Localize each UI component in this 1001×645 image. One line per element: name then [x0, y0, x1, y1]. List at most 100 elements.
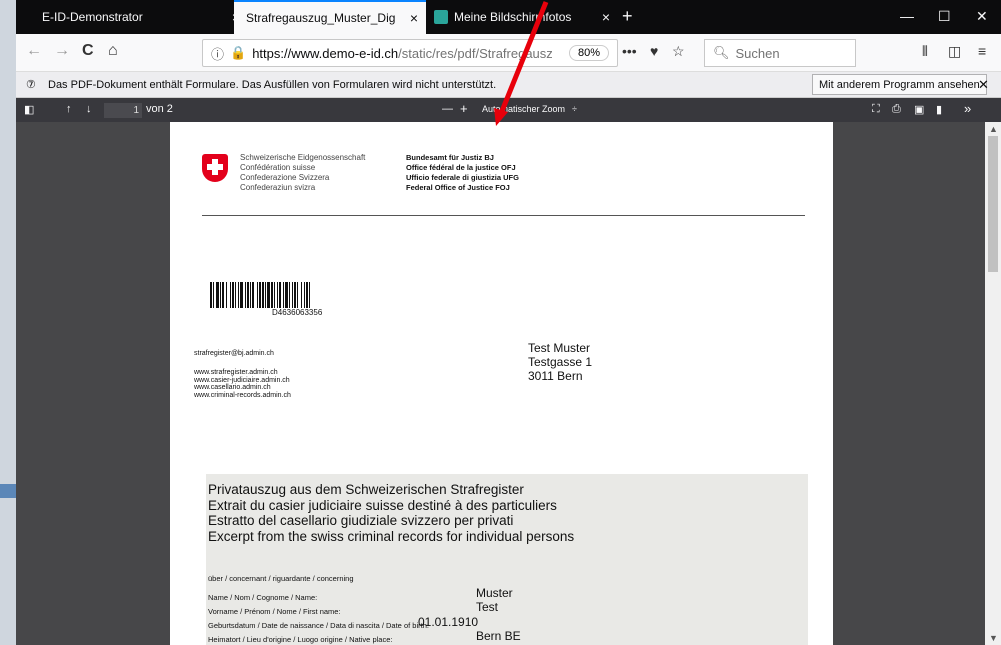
pocket-icon[interactable]: ♥: [650, 43, 658, 59]
bookmark-icon[interactable]: ▮: [936, 103, 942, 116]
tab-pdf-active[interactable]: Strafregauszug_Muster_Digi_Null.pdf ×: [234, 0, 426, 34]
barcode-number: D4636063356: [272, 308, 323, 317]
page-number-input[interactable]: 1: [104, 103, 142, 118]
home-icon[interactable]: ⌂: [108, 42, 118, 60]
info-icon[interactable]: ⓘ: [211, 44, 224, 63]
address-line: Test Muster: [528, 341, 591, 355]
barcode-bar: [259, 282, 261, 308]
reload-icon[interactable]: C: [82, 42, 94, 60]
menu-icon[interactable]: ≡: [978, 43, 986, 59]
search-placeholder: Suchen: [735, 45, 780, 61]
tab-title: E-ID-Demonstrator: [42, 10, 143, 24]
vertical-scrollbar[interactable]: ▲ ▼: [985, 122, 1001, 645]
tools-more-icon[interactable]: »: [964, 101, 971, 116]
barcode-bar: [238, 282, 239, 308]
barcode-bar: [232, 282, 234, 308]
tab-close-icon[interactable]: ×: [602, 9, 610, 25]
document-title: Privatauszug aus dem Schweizerischen Str…: [208, 482, 524, 497]
back-icon[interactable]: ←: [26, 42, 42, 60]
print-icon[interactable]: ⎙: [892, 103, 901, 116]
barcode-bar: [213, 282, 214, 308]
confederation-line: Schweizerische Eidgenossenschaft: [240, 153, 366, 162]
office-line: Office fédéral de la justice OFJ: [406, 163, 516, 172]
address-line: 3011 Bern: [528, 369, 583, 383]
barcode-bar: [245, 282, 246, 308]
field-value-first-name: Test: [476, 600, 499, 614]
tab-e-id-demonstrator[interactable]: E-ID-Demonstrator ×: [30, 0, 248, 34]
barcode-bar: [267, 282, 270, 308]
annotation-arrow: [494, 1, 549, 126]
barcode-bar: [285, 282, 288, 308]
presentation-mode-icon[interactable]: ⛶: [872, 103, 880, 116]
forward-icon[interactable]: →: [54, 42, 70, 60]
url-host: https://www.demo-e-id.ch: [252, 45, 399, 61]
field-value-name: Muster: [476, 586, 513, 600]
office-line: Bundesamt für Justiz BJ: [406, 153, 494, 162]
close-window-button[interactable]: ✕: [976, 8, 988, 25]
zoom-out-button[interactable]: —: [442, 103, 453, 115]
url-bar[interactable]: ⓘ 🔒 https://www.demo-e-id.ch/static/res/…: [202, 39, 618, 67]
office-line: Federal Office of Justice FOJ: [406, 183, 510, 192]
website-line: www.casier-judiciaire.admin.ch: [194, 376, 290, 384]
sidebar-icon[interactable]: ◫: [948, 43, 961, 60]
barcode-bar: [250, 282, 251, 308]
barcode-bar: [274, 282, 275, 308]
office-names: Bundesamt für Justiz BJ Office fédéral d…: [406, 153, 519, 193]
confederation-names: Schweizerische Eidgenossenschaft Confédé…: [240, 153, 365, 193]
bookmark-star-icon[interactable]: ☆: [672, 43, 685, 60]
field-value-native-place: Bern BE: [476, 629, 521, 643]
header-divider: [202, 215, 805, 216]
barcode-bar: [220, 282, 221, 308]
page-actions-icon[interactable]: •••: [622, 43, 637, 59]
open-with-other-program-button[interactable]: Mit anderem Programm ansehen: [812, 74, 987, 95]
zoom-in-button[interactable]: +: [460, 101, 468, 116]
zoom-select-caret-icon[interactable]: ÷: [572, 104, 577, 114]
desktop-background: [0, 0, 16, 645]
document-titles: Privatauszug aus dem Schweizerischen Str…: [206, 482, 574, 544]
barcode-bar: [240, 282, 243, 308]
barcode-bar: [230, 282, 231, 308]
library-icon[interactable]: ⫴: [922, 43, 928, 60]
search-input[interactable]: 🔍︎ Suchen: [704, 39, 856, 67]
maximize-button[interactable]: ☐: [938, 8, 951, 25]
barcode-bar: [301, 282, 302, 308]
confederation-line: Confédération suisse: [240, 163, 316, 172]
notification-close-icon[interactable]: ✕: [978, 77, 989, 93]
barcode-bar: [222, 282, 224, 308]
lock-icon[interactable]: 🔒: [230, 45, 246, 61]
save-icon[interactable]: ▣: [914, 103, 924, 116]
new-tab-button[interactable]: +: [622, 6, 633, 27]
swiss-coat-of-arms-icon: [202, 154, 228, 182]
field-value-birth-date: 01.01.1910: [418, 615, 479, 629]
minimize-button[interactable]: —: [900, 8, 914, 24]
websites: www.strafregister.admin.ch www.casier-ju…: [194, 369, 291, 399]
scroll-up-icon[interactable]: ▲: [989, 124, 998, 134]
barcode-bar: [279, 282, 281, 308]
field-label-birth-date: Geburtsdatum / Date de naissance / Data …: [208, 621, 429, 630]
next-page-icon[interactable]: ↓: [86, 103, 92, 115]
website-line: www.strafregister.admin.ch: [194, 369, 278, 376]
search-icon: 🔍︎: [713, 45, 730, 60]
scrollbar-thumb[interactable]: [988, 136, 998, 272]
page-count: von 2: [146, 103, 173, 115]
document-title: Estratto del casellario giudiziale svizz…: [208, 513, 514, 528]
tab-close-icon[interactable]: ×: [410, 10, 418, 26]
scroll-down-icon[interactable]: ▼: [989, 633, 998, 643]
barcode-bar: [306, 282, 308, 308]
barcode-bar: [297, 282, 298, 308]
zoom-indicator[interactable]: 80%: [568, 45, 609, 61]
confederation-line: Confederazione Svizzera: [240, 173, 330, 182]
concerning-label: über / concernant / riguardante / concer…: [208, 574, 354, 583]
confederation-line: Confederaziun svizra: [240, 183, 316, 192]
desktop-window-edge: [0, 484, 16, 498]
field-label-first-name: Vorname / Prénom / Nome / First name:: [208, 607, 341, 616]
notification-message: Das PDF-Dokument enthält Formulare. Das …: [48, 79, 497, 91]
barcode-bar: [277, 282, 278, 308]
barcode-bar: [304, 282, 305, 308]
barcode-bar: [210, 282, 212, 308]
pdf-page: Schweizerische Eidgenossenschaft Confédé…: [170, 122, 833, 645]
cloud-favicon-icon: [434, 10, 448, 24]
contact-email: strafregister@bj.admin.ch: [194, 350, 274, 357]
previous-page-icon[interactable]: ↑: [66, 103, 72, 115]
sidebar-toggle-icon[interactable]: ◧: [24, 103, 34, 116]
